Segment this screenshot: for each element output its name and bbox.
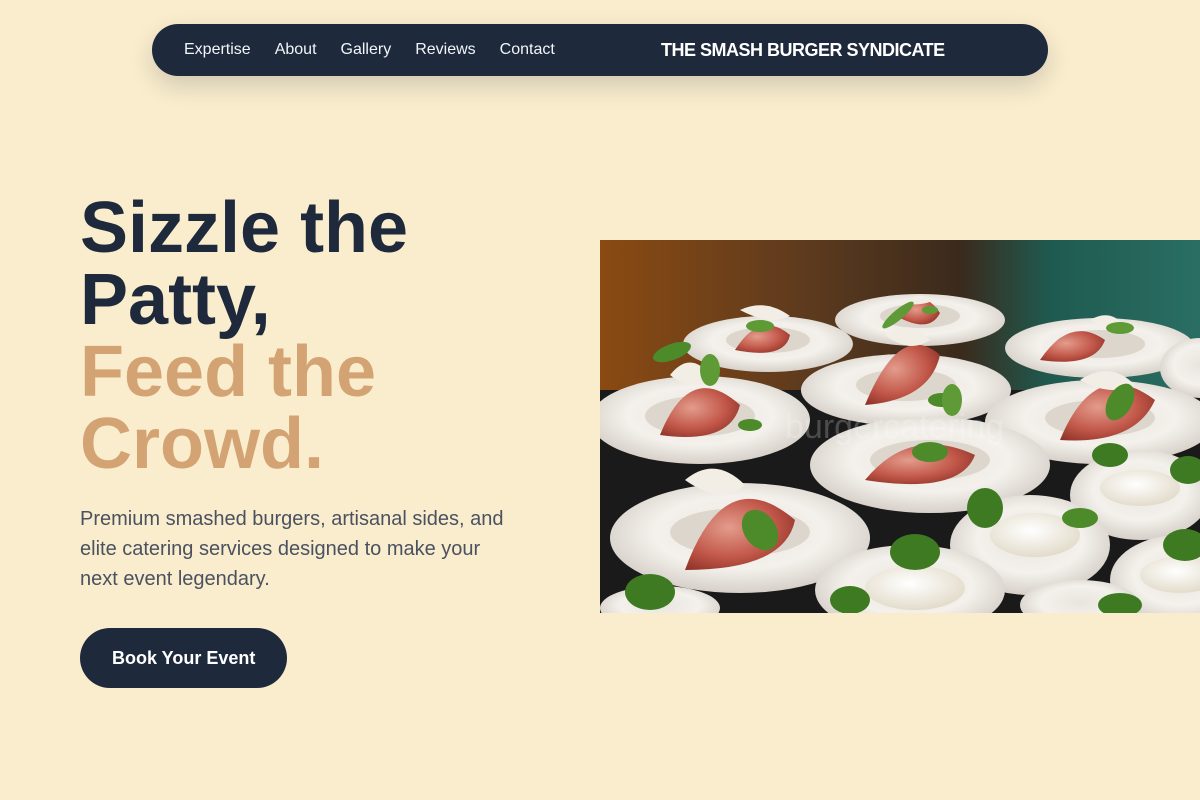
hero-subtitle: Premium smashed burgers, artisanal sides… — [80, 508, 504, 590]
hero-title-line-3: Feed the — [80, 332, 377, 412]
nav-link-expertise[interactable]: Expertise — [184, 41, 251, 59]
nav-link-contact[interactable]: Contact — [500, 41, 555, 59]
nav-links: Expertise About Gallery Reviews Contact — [184, 41, 555, 59]
hero-title-line-1: Sizzle the — [80, 188, 409, 268]
nav-link-about[interactable]: About — [275, 41, 317, 59]
brand-logo-text[interactable]: THE SMASH BURGER SYNDICATE — [661, 24, 945, 76]
hero-title-line-2: Patty, — [80, 260, 271, 340]
top-navbar: Expertise About Gallery Reviews Contact … — [152, 24, 1048, 76]
nav-link-gallery[interactable]: Gallery — [341, 41, 392, 59]
book-event-button[interactable]: Book Your Event — [80, 628, 288, 688]
hero-title-line-4: Crowd. — [80, 404, 324, 484]
nav-link-reviews[interactable]: Reviews — [415, 41, 475, 59]
hero-image-catering-platters: burgercatering — [600, 240, 1200, 613]
hero-title: Sizzle the Patty, Feed the Crowd. — [80, 192, 560, 480]
image-watermark: burgercatering — [785, 408, 1005, 446]
